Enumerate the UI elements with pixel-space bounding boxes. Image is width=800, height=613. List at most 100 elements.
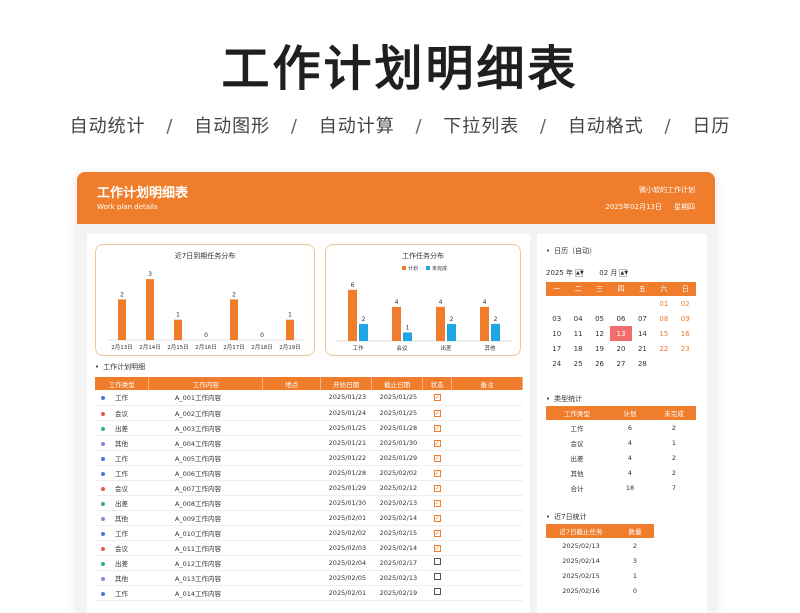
type-label: 出差 (115, 424, 128, 433)
table-row[interactable]: 其他 A_004工作内容 2025/01/21 2025/01/30 ✓ (95, 435, 523, 451)
calendar-day[interactable]: 01 (653, 296, 674, 311)
calendar-day[interactable]: 27 (610, 356, 631, 371)
calendar-day (653, 356, 674, 371)
type-cell: 工作 (95, 390, 149, 406)
checked-checkbox-icon[interactable]: ✓ (433, 424, 441, 432)
calendar-day[interactable]: 14 (632, 326, 653, 341)
calendar-day[interactable]: 11 (567, 326, 588, 341)
type-stats-title: 类型统计 (546, 394, 582, 404)
status-cell[interactable]: ✓ (422, 450, 452, 466)
calendar-day[interactable]: 10 (546, 326, 567, 341)
bar (480, 306, 489, 341)
type-cell: 工作 (95, 525, 149, 541)
calendar-day[interactable]: 05 (589, 311, 610, 326)
checked-checkbox-icon[interactable]: ✓ (433, 454, 441, 462)
table-row[interactable]: 工作 A_010工作内容 2025/02/02 2025/02/15 ✓ (95, 525, 523, 541)
table-row[interactable]: 工作 A_006工作内容 2025/01/28 2025/02/02 ✓ (95, 465, 523, 481)
calendar-day[interactable]: 07 (632, 311, 653, 326)
place-cell (262, 450, 321, 466)
calendar-day[interactable]: 06 (610, 311, 631, 326)
separator: / (166, 116, 174, 137)
calendar-day[interactable]: 18 (567, 341, 588, 356)
checked-checkbox-icon[interactable]: ✓ (433, 499, 441, 507)
unchecked-checkbox-icon[interactable] (433, 573, 441, 580)
bar-value-label: 2 (362, 316, 366, 323)
status-cell[interactable]: ✓ (422, 540, 452, 556)
table-row[interactable]: 其他 A_009工作内容 2025/02/01 2025/02/14 ✓ (95, 510, 523, 526)
calendar-day[interactable]: 16 (675, 326, 696, 341)
type-cell: 工作 (95, 585, 149, 601)
checked-checkbox-icon[interactable]: ✓ (433, 484, 441, 492)
stats-cell: 1 (671, 438, 677, 447)
calendar-today[interactable]: 13 (610, 326, 632, 341)
weekday-header: 日 (674, 282, 696, 296)
type-dot-icon (101, 501, 105, 506)
year-spinner[interactable]: ▲▼ (575, 269, 584, 277)
end-date-cell: 2025/02/14 (371, 510, 423, 526)
calendar-day[interactable]: 20 (610, 341, 631, 356)
calendar-day[interactable]: 12 (589, 326, 610, 341)
calendar-day[interactable]: 28 (632, 356, 653, 371)
status-cell[interactable]: ✓ (422, 480, 452, 496)
unchecked-checkbox-icon[interactable] (433, 588, 441, 595)
calendar-day[interactable]: 08 (653, 311, 674, 326)
checked-checkbox-icon[interactable]: ✓ (433, 529, 441, 537)
checked-checkbox-icon[interactable]: ✓ (433, 439, 441, 447)
status-cell[interactable] (422, 585, 452, 601)
status-cell[interactable] (422, 555, 452, 571)
feature-label: 下拉列表 (443, 116, 520, 137)
calendar-day[interactable]: 02 (675, 296, 696, 311)
month-spinner[interactable]: ▲▼ (619, 269, 628, 277)
table-row[interactable]: 其他 A_013工作内容 2025/02/05 2025/02/13 (95, 570, 523, 586)
weekday-header: 四 (610, 282, 632, 296)
type-label: 工作 (115, 469, 128, 478)
stats-cell: 0 (632, 586, 638, 595)
table-row[interactable]: 出差 A_003工作内容 2025/01/25 2025/01/28 ✓ (95, 420, 523, 436)
calendar-day[interactable]: 19 (589, 341, 610, 356)
bar (230, 299, 238, 340)
status-cell[interactable]: ✓ (422, 495, 452, 511)
calendar-day[interactable]: 15 (653, 326, 674, 341)
status-cell[interactable]: ✓ (422, 435, 452, 451)
checked-checkbox-icon[interactable]: ✓ (433, 409, 441, 417)
table-row[interactable]: 出差 A_008工作内容 2025/01/30 2025/02/13 ✓ (95, 495, 523, 511)
table-row[interactable]: 会议 A_011工作内容 2025/02/03 2025/02/14 ✓ (95, 540, 523, 556)
calendar-day[interactable]: 22 (653, 341, 674, 356)
table-row[interactable]: 工作 A_014工作内容 2025/02/01 2025/02/19 (95, 585, 523, 601)
calendar-day[interactable]: 26 (589, 356, 610, 371)
calendar-day[interactable]: 09 (675, 311, 696, 326)
status-cell[interactable]: ✓ (422, 390, 452, 406)
table-row[interactable]: 会议 A_007工作内容 2025/01/29 2025/02/12 ✓ (95, 480, 523, 496)
table-row[interactable]: 工作 A_001工作内容 2025/01/23 2025/01/25 ✓ (95, 390, 523, 406)
calendar-day[interactable]: 24 (546, 356, 567, 371)
checked-checkbox-icon[interactable]: ✓ (433, 544, 441, 552)
calendar-day[interactable]: 03 (546, 311, 567, 326)
status-cell[interactable]: ✓ (422, 405, 452, 421)
calendar-day[interactable]: 17 (546, 341, 567, 356)
type-dot-icon (101, 486, 105, 491)
table-row[interactable]: 会议 A_002工作内容 2025/01/24 2025/01/25 ✓ (95, 405, 523, 421)
calendar-day[interactable]: 25 (567, 356, 588, 371)
table-row[interactable]: 出差 A_012工作内容 2025/02/04 2025/02/17 (95, 555, 523, 571)
status-cell[interactable] (422, 570, 452, 586)
status-cell[interactable]: ✓ (422, 510, 452, 526)
stats-cell: 会议 (570, 439, 584, 448)
table-row[interactable]: 工作 A_005工作内容 2025/01/22 2025/01/29 ✓ (95, 450, 523, 466)
status-cell[interactable]: ✓ (422, 525, 452, 541)
calendar-day[interactable]: 21 (632, 341, 653, 356)
status-cell[interactable]: ✓ (422, 420, 452, 436)
stats-cell: 2 (671, 453, 677, 462)
checked-checkbox-icon[interactable]: ✓ (433, 394, 441, 402)
calendar-day[interactable]: 23 (675, 341, 696, 356)
note-cell (451, 450, 523, 466)
type-label: 工作 (115, 589, 128, 598)
stats-row: 出差 4 2 (546, 450, 696, 465)
unchecked-checkbox-icon[interactable] (433, 558, 441, 565)
start-date-cell: 2025/01/28 (320, 465, 372, 481)
checked-checkbox-icon[interactable]: ✓ (433, 514, 441, 522)
checked-checkbox-icon[interactable]: ✓ (433, 469, 441, 477)
end-date-cell: 2025/01/28 (371, 420, 423, 436)
status-cell[interactable]: ✓ (422, 465, 452, 481)
calendar-day[interactable]: 04 (567, 311, 588, 326)
type-dot-icon (101, 591, 105, 596)
